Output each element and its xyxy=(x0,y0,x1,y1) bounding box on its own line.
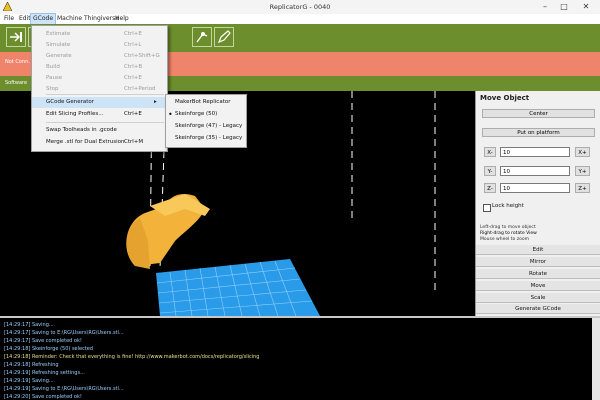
menu-item-shortcut: Ctrl+L xyxy=(124,42,142,48)
menu-item-shortcut: Ctrl+M xyxy=(124,139,144,145)
menu-item-build[interactable]: Build Ctrl+B xyxy=(32,62,167,73)
connect-button[interactable] xyxy=(6,27,26,47)
connect-icon xyxy=(10,32,22,42)
menu-item-shortcut: Ctrl+Shift+G xyxy=(124,53,160,59)
y-value-field[interactable]: 10 xyxy=(500,166,570,176)
tab-mirror[interactable]: Mirror xyxy=(476,257,600,267)
menu-item-shortcut: Ctrl+E xyxy=(124,75,142,81)
minimize-button[interactable]: – xyxy=(536,1,554,12)
edit-button[interactable] xyxy=(214,27,234,47)
console-line: [14:29:18] Reminder: Check that everythi… xyxy=(4,354,260,360)
menu-item-label: Generate xyxy=(46,53,72,59)
submenu-item[interactable]: MakerBot Replicator xyxy=(166,97,246,108)
menu-item-edit-slicing-profiles[interactable]: Edit Slicing Profiles... Ctrl+E xyxy=(32,109,167,120)
menu-item-shortcut: Ctrl+E xyxy=(124,111,142,117)
y-minus-button[interactable]: Y- xyxy=(484,166,496,176)
generate-gcode-button[interactable]: Generate GCode xyxy=(476,304,600,314)
menu-item-label: Build xyxy=(46,64,60,70)
menu-item-shortcut: Ctrl+B xyxy=(124,64,143,70)
menu-separator xyxy=(46,94,164,95)
menu-item-label: Edit Slicing Profiles... xyxy=(46,111,104,117)
menu-item-label: Estimate xyxy=(46,31,71,37)
x-value-field[interactable]: 10 xyxy=(500,147,570,157)
menu-machine[interactable]: Machine xyxy=(55,14,84,24)
close-button[interactable]: ✕ xyxy=(574,1,598,12)
3d-object xyxy=(126,194,210,269)
menu-separator xyxy=(46,122,164,123)
submenu-item[interactable]: Skeinforge (47) - Legacy xyxy=(166,121,246,132)
console-line: [14:29:19] Saving to E:\RG\Users\RG\User… xyxy=(4,386,124,392)
z-value-field[interactable]: 10 xyxy=(500,183,570,193)
console-line: [14:29:20] Save completed ok! xyxy=(4,394,82,400)
submenu-item-label: MakerBot Replicator xyxy=(175,99,231,105)
console-line: [14:29:18] Refreshing xyxy=(4,362,59,368)
gcode-generator-submenu: MakerBot Replicator • Skeinforge (50) Skein… xyxy=(165,94,247,148)
center-button[interactable]: Center xyxy=(482,109,595,118)
submenu-item[interactable]: Skeinforge (35) - Legacy xyxy=(166,133,246,144)
tab-scale[interactable]: Scale xyxy=(476,293,600,303)
console-scrollbar[interactable] xyxy=(592,318,600,400)
menu-item-label: Pause xyxy=(46,75,63,81)
controls-button[interactable] xyxy=(192,27,212,47)
tab-rotate[interactable]: Rotate xyxy=(476,269,600,279)
menu-item-swap-toolheads-in-gcode[interactable]: Swap Toolheads in .gcode xyxy=(32,125,167,136)
console-line: [14:29:19] Refreshing settings... xyxy=(4,370,85,376)
menu-item-simulate[interactable]: Simulate Ctrl+L xyxy=(32,40,167,51)
menu-item-label: Swap Toolheads in .gcode xyxy=(46,127,117,133)
submenu-arrow-icon: ▸ xyxy=(154,99,157,105)
panel-title: Move Object xyxy=(480,94,530,102)
z-plus-button[interactable]: Z+ xyxy=(575,183,590,193)
y-plus-button[interactable]: Y+ xyxy=(575,166,590,176)
menu-item-pause[interactable]: Pause Ctrl+E xyxy=(32,73,167,84)
menu-help[interactable]: Help xyxy=(113,14,131,24)
menu-item-label: Simulate xyxy=(46,42,71,48)
software-text: Software xyxy=(5,80,28,86)
submenu-item-label: Skeinforge (50) xyxy=(175,111,218,117)
gcode-menu-dropdown: Estimate Ctrl+E Simulate Ctrl+L Generate Ctrl… xyxy=(31,25,168,152)
console-line: [14:29:17] Saving to E:\RG\Users\RG\User… xyxy=(4,330,124,336)
menu-item-merge-stl-for-dual-extrusion[interactable]: Merge .stl for Dual Extrusion Ctrl+M xyxy=(32,137,167,148)
tab-edit[interactable]: Edit xyxy=(476,245,600,255)
console-line: [14:29:17] Save completed ok! xyxy=(4,338,82,344)
x-plus-button[interactable]: X+ xyxy=(575,147,590,157)
hint-move: Left-drag to move object xyxy=(480,225,536,230)
console-log: [14:29:17] Saving... [14:29:17] Saving to… xyxy=(0,316,600,400)
z-minus-button[interactable]: Z- xyxy=(484,183,496,193)
selected-dot-icon: • xyxy=(168,110,173,119)
menu-item-label: GCode Generator xyxy=(46,99,95,105)
tab-move[interactable]: Move xyxy=(476,281,600,291)
menu-item-estimate[interactable]: Estimate Ctrl+E xyxy=(32,29,167,40)
pencil-icon xyxy=(217,30,231,44)
lock-height-label: Lock height xyxy=(492,203,524,209)
console-line: [14:29:19] Saving... xyxy=(4,378,54,384)
build-platform xyxy=(156,259,320,316)
submenu-item-label: Skeinforge (35) - Legacy xyxy=(175,135,243,141)
menu-item-gcode-generator[interactable]: GCode Generator ▸ xyxy=(32,97,167,108)
menu-item-generate[interactable]: Generate Ctrl+Shift+G xyxy=(32,51,167,62)
controls-icon xyxy=(196,32,208,43)
console-line: [14:29:18] Skeinforge (50) selected xyxy=(4,346,94,352)
lock-height-checkbox[interactable] xyxy=(483,204,491,212)
menu-gcode[interactable]: GCode xyxy=(29,13,57,25)
status-text: Not Conn. xyxy=(5,59,30,65)
maximize-button[interactable]: □ xyxy=(555,1,573,12)
window-title: ReplicatorG - 0040 xyxy=(269,3,331,11)
title-bar: ReplicatorG - 0040 – □ ✕ xyxy=(0,0,600,15)
menu-item-label: Merge .stl for Dual Extrusion xyxy=(46,139,125,145)
put-on-platform-button[interactable]: Put on platform xyxy=(482,128,595,137)
menu-bar: File Edit GCode Machine Thingiverse Help xyxy=(0,13,600,25)
hint-rotate: Right-drag to rotate View xyxy=(480,231,537,236)
menu-file[interactable]: File xyxy=(2,14,16,24)
x-minus-button[interactable]: X- xyxy=(484,147,496,157)
menu-item-shortcut: Ctrl+E xyxy=(124,31,142,37)
submenu-item[interactable]: • Skeinforge (50) xyxy=(166,109,246,120)
submenu-item-label: Skeinforge (47) - Legacy xyxy=(175,123,243,129)
console-line: [14:29:17] Saving... xyxy=(4,322,54,328)
side-panel: Move Object Center Put on platform X- 10… xyxy=(475,91,600,316)
hint-zoom: Mouse wheel to zoom xyxy=(480,237,529,242)
